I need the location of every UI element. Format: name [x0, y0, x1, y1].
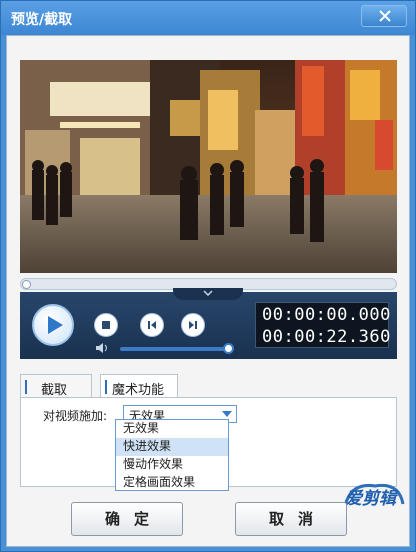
time-display: 00:00:00.000 00:00:22.360: [255, 302, 391, 348]
volume-slider[interactable]: [120, 347, 228, 351]
next-frame-icon: [189, 321, 197, 329]
app-logo: 爱剪辑: [341, 478, 407, 517]
svg-text:爱剪辑: 爱剪辑: [345, 489, 399, 509]
stop-icon: [102, 321, 110, 329]
tab-trim[interactable]: 截取: [20, 374, 92, 398]
collapse-toggle[interactable]: [173, 288, 243, 300]
option-no-effect[interactable]: 无效果: [116, 420, 228, 438]
timeline-handle[interactable]: [22, 280, 31, 289]
option-freeze-frame[interactable]: 定格画面效果: [116, 474, 228, 492]
next-frame-button[interactable]: [181, 313, 205, 337]
title-bar[interactable]: 预览/截取: [1, 1, 415, 35]
option-slow-motion[interactable]: 慢动作效果: [116, 456, 228, 474]
cancel-button[interactable]: 取消: [235, 502, 347, 536]
video-preview: [20, 60, 397, 273]
play-icon: [48, 316, 63, 334]
tab-magic-label: 魔术功能: [112, 383, 165, 398]
tab-magic[interactable]: 魔术功能: [100, 374, 178, 398]
ok-button[interactable]: 确定: [71, 502, 183, 536]
close-icon: [379, 10, 391, 22]
effect-label: 对视频施加:: [43, 409, 108, 423]
chevron-down-icon: [203, 290, 213, 296]
total-time: 00:00:22.360: [262, 327, 391, 347]
previous-frame-icon: [148, 321, 156, 329]
stop-button[interactable]: [94, 313, 118, 337]
volume-handle[interactable]: [223, 343, 234, 354]
window-title: 预览/截取: [11, 12, 73, 28]
play-button[interactable]: [32, 304, 74, 346]
effect-dropdown-list: 无效果 快进效果 慢动作效果 定格画面效果: [115, 419, 229, 491]
previous-frame-button[interactable]: [140, 313, 164, 337]
player-controls: 00:00:00.000 00:00:22.360: [20, 288, 397, 359]
option-fast-forward[interactable]: 快进效果: [116, 438, 228, 456]
volume-icon[interactable]: [95, 342, 111, 354]
dropdown-arrow-icon: [222, 411, 232, 417]
close-button[interactable]: [361, 5, 407, 27]
current-time: 00:00:00.000: [262, 305, 391, 325]
logo-icon: 爱剪辑: [343, 483, 405, 509]
tab-trim-label: 截取: [41, 383, 68, 398]
video-frame-image: [20, 60, 397, 273]
